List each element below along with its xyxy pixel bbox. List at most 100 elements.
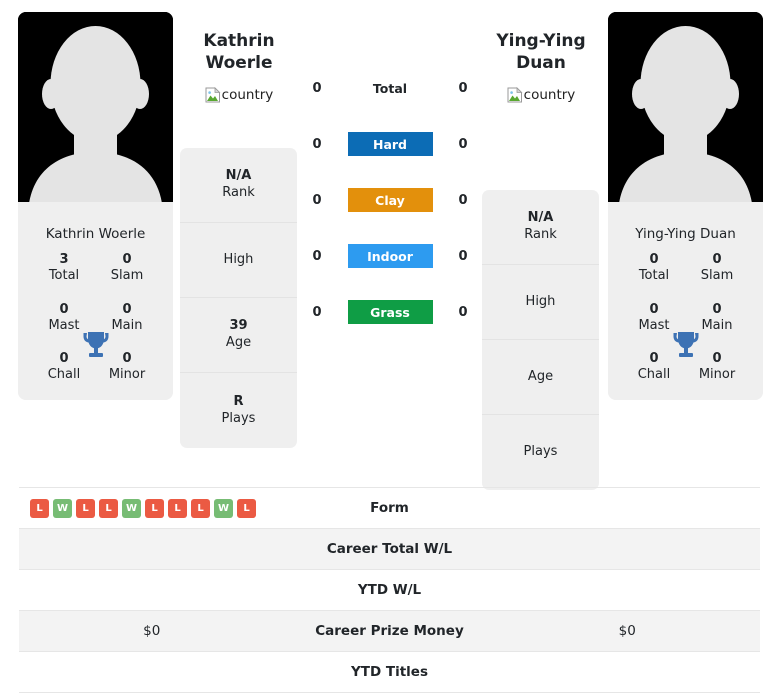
surface-row-total: 0 Total 0 (305, 60, 475, 116)
form-badge-win[interactable]: W (53, 498, 72, 518)
player-card-left: Kathrin Woerle 3 Total 0 Slam 0 Mast 0 M… (18, 12, 173, 400)
row-value-left: $0 (143, 623, 161, 639)
surface-score-left: 0 (312, 304, 322, 320)
form-badge-loss[interactable]: L (191, 498, 210, 518)
trophy-value: 0 (649, 301, 659, 317)
player-name-line2: Woerle (205, 53, 273, 74)
info-cell-rank: N/A Rank (482, 190, 599, 265)
form-badge-loss[interactable]: L (145, 498, 164, 518)
surface-badge-hard[interactable]: Hard (347, 132, 433, 156)
trophy-cell: 0 Slam (693, 252, 741, 285)
surface-score-right: 0 (458, 80, 468, 96)
player-name-line1: Ying-Ying (496, 31, 586, 51)
table-row-ytd-wl: YTD W/L (19, 570, 760, 611)
info-label: Plays (221, 410, 256, 426)
player-card-right: Ying-Ying Duan 0 Total 0 Slam 0 Mast 0 M… (608, 12, 763, 400)
country-alt-text: country (523, 86, 576, 103)
trophy-value: 0 (122, 252, 132, 267)
broken-image-icon (507, 86, 523, 103)
info-cell-plays: R Plays (180, 373, 297, 448)
surface-score-right: 0 (458, 136, 468, 152)
row-label: YTD W/L (357, 582, 422, 598)
player-name-block-right: Ying-Ying Duan country (466, 30, 616, 103)
surface-row-hard: 0 Hard 0 (305, 116, 475, 172)
form-badge-loss[interactable]: L (168, 498, 187, 518)
form-badge-win[interactable]: W (122, 498, 141, 518)
trophy-label: Minor (698, 367, 736, 383)
surface-row-clay: 0 Clay 0 (305, 172, 475, 228)
trophy-value: 0 (122, 301, 132, 317)
trophy-label: Main (701, 317, 733, 333)
form-badge-loss[interactable]: L (30, 498, 49, 518)
info-label: Rank (222, 185, 255, 200)
form-badge-loss[interactable]: L (237, 498, 256, 518)
player-name-line1: Kathrin (203, 31, 275, 51)
row-label: YTD Titles (351, 664, 428, 680)
trophy-label: Main (111, 317, 143, 333)
surface-badge-indoor[interactable]: Indoor (347, 244, 433, 268)
player-avatar-left (18, 12, 173, 213)
info-cell-age: Age (482, 340, 599, 415)
row-label: Form (370, 500, 409, 516)
surface-score-left: 0 (312, 248, 322, 264)
info-value: 39 (229, 318, 248, 334)
trophy-grid-left: 3 Total 0 Slam 0 Mast 0 Main 0 Chall 0 M… (18, 252, 173, 400)
player-name-right: Ying-Ying Duan (466, 30, 616, 75)
trophy-label: Total (638, 268, 670, 284)
country-alt-text: country (221, 86, 274, 103)
trophy-value: 0 (122, 351, 132, 366)
player-comparison-page: Kathrin Woerle 3 Total 0 Slam 0 Mast 0 M… (0, 0, 779, 699)
info-value: N/A (225, 168, 252, 184)
table-row-ytd-titles: YTD Titles (19, 652, 760, 693)
form-badge-loss[interactable]: L (99, 498, 118, 518)
trophy-label: Total (48, 268, 80, 284)
country-flag-right: country (466, 87, 616, 103)
row-label: Career Prize Money (315, 623, 464, 639)
info-label: Rank (524, 227, 557, 242)
info-cell-age: 39 Age (180, 298, 297, 373)
info-value: N/A (527, 210, 554, 226)
comparison-table: LWLLWLLLWL Form Career Total W/L YTD W/L… (19, 487, 760, 693)
trophy-label: Slam (700, 268, 734, 284)
trophy-label: Chall (47, 367, 81, 383)
player-name-block-left: Kathrin Woerle country (164, 30, 314, 103)
surface-badge-clay[interactable]: Clay (347, 188, 433, 212)
trophy-value: 0 (712, 252, 722, 267)
trophy-cell: 0 Minor (693, 351, 741, 384)
surface-comparison-column: 0 Total 0 0 Hard 0 0 Clay 0 0 Indoor 0 0… (305, 60, 475, 340)
trophy-icon (673, 332, 698, 357)
trophy-value: 3 (59, 252, 69, 267)
form-strip: LWLLWLLLWL (19, 498, 285, 518)
info-cell-rank: N/A Rank (180, 148, 297, 223)
trophy-value: 0 (712, 301, 722, 317)
info-label: High (223, 251, 254, 267)
form-badge-win[interactable]: W (214, 498, 233, 518)
table-row-form: LWLLWLLLWL Form (19, 488, 760, 529)
info-panel-left: N/A Rank High 39 Age R Plays (180, 148, 297, 448)
table-row-career-total-wl: Career Total W/L (19, 529, 760, 570)
trophy-label: Chall (637, 367, 671, 383)
trophy-row: 3 Total 0 Slam (26, 252, 165, 285)
info-value: R (233, 393, 244, 409)
surface-score-left: 0 (312, 192, 322, 208)
form-badge-loss[interactable]: L (76, 498, 95, 518)
player-card-name-right: Ying-Ying Duan (608, 213, 763, 252)
trophy-row: 0 Total 0 Slam (616, 252, 755, 285)
trophy-value: 0 (712, 351, 722, 366)
player-name-line2: Duan (516, 53, 566, 74)
form-cell-left: LWLLWLLLWL (19, 498, 285, 518)
broken-image-icon (205, 86, 221, 103)
trophy-grid-right: 0 Total 0 Slam 0 Mast 0 Main 0 Chall 0 M… (608, 252, 763, 400)
surface-score-right: 0 (458, 248, 468, 264)
surface-badge-grass[interactable]: Grass (347, 300, 433, 324)
surface-score-right: 0 (458, 192, 468, 208)
surface-row-grass: 0 Grass 0 (305, 284, 475, 340)
trophy-value: 0 (649, 252, 659, 267)
surface-badge-total[interactable]: Total (348, 76, 433, 100)
surface-score-right: 0 (458, 304, 468, 320)
trophy-icon (83, 332, 108, 357)
surface-row-indoor: 0 Indoor 0 (305, 228, 475, 284)
info-cell-plays: Plays (482, 415, 599, 490)
table-row-career-prize-money: $0 Career Prize Money $0 (19, 611, 760, 652)
info-label: Age (527, 368, 554, 384)
